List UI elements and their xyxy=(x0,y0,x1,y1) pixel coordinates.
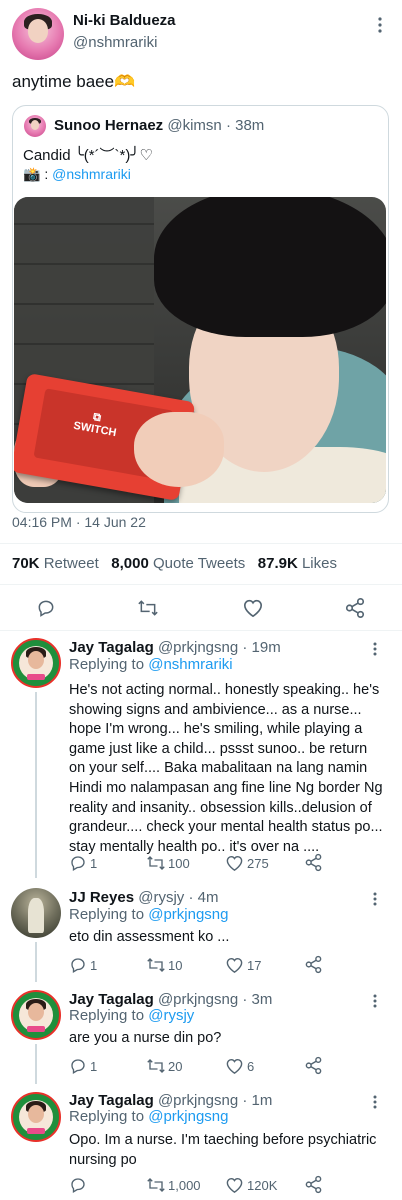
share-icon[interactable] xyxy=(304,955,323,974)
reply-author-handle[interactable]: @prkjngsng xyxy=(158,991,238,1008)
reply-author-name[interactable]: JJ Reyes xyxy=(69,889,134,906)
replying-to: Replying to @rysjy xyxy=(69,1007,195,1024)
tweet-stats: 70K Retweet 8,000 Quote Tweets 87.9K Lik… xyxy=(12,555,337,572)
reply-icon[interactable] xyxy=(36,598,56,618)
quote-label[interactable]: Quote Tweets xyxy=(153,555,245,572)
share-icon[interactable] xyxy=(304,1175,323,1194)
replying-to: Replying to @prkjngsng xyxy=(69,906,229,923)
quoted-author-line: Sunoo Hernaez @kimsn · 38m xyxy=(54,117,264,134)
replying-to: Replying to @nshmrariki xyxy=(69,656,233,673)
reply-time: · 19m xyxy=(242,639,281,656)
more-icon[interactable] xyxy=(369,1094,381,1110)
like-count: 6 xyxy=(247,1059,255,1074)
like-label[interactable]: Likes xyxy=(302,555,337,572)
heart-icon[interactable] xyxy=(225,1176,244,1194)
tweet-timestamp[interactable]: 04:16 PM · 14 Jun 22 xyxy=(12,514,146,530)
reply-header: Jay Tagalag @prkjngsng · 3m xyxy=(69,991,272,1008)
heart-icon[interactable] xyxy=(225,854,244,872)
reply-icon[interactable] xyxy=(69,854,87,872)
quoted-author-name: Sunoo Hernaez xyxy=(54,117,164,134)
retweet-count[interactable]: 70K xyxy=(12,555,40,572)
reply-author-handle[interactable]: @prkjngsng xyxy=(158,639,238,656)
reply-count: 1 xyxy=(90,958,98,973)
author-avatar[interactable] xyxy=(12,8,64,60)
reply-text: eto din assessment ko ... xyxy=(69,929,230,945)
replying-to-link[interactable]: @rysjy xyxy=(148,1007,194,1024)
replying-to-link[interactable]: @prkjngsng xyxy=(148,906,228,923)
retweet-count: 10 xyxy=(168,958,183,973)
share-icon[interactable] xyxy=(304,1056,323,1075)
reply-author-name[interactable]: Jay Tagalag xyxy=(69,639,154,656)
retweet-count: 20 xyxy=(168,1059,183,1074)
reply-icon[interactable] xyxy=(69,956,87,974)
retweet-label[interactable]: Retweet xyxy=(44,555,99,572)
reply-author-handle[interactable]: @rysjy xyxy=(138,889,184,906)
reply-avatar[interactable] xyxy=(11,1092,61,1142)
quote-count[interactable]: 8,000 xyxy=(111,555,149,572)
quoted-text-line1: Candid ╰(*´︶`*)╯♡ xyxy=(23,147,153,164)
reply-icon[interactable] xyxy=(69,1176,87,1194)
tweet-text: anytime baee🫶 xyxy=(12,72,136,91)
quoted-author-avatar xyxy=(24,115,46,137)
reply-count: 1 xyxy=(90,856,98,871)
reply-icon[interactable] xyxy=(69,1057,87,1075)
quoted-mention-link[interactable]: @nshmrariki xyxy=(52,166,131,182)
reply-avatar[interactable] xyxy=(11,638,61,688)
more-icon[interactable] xyxy=(369,891,381,907)
quoted-text-line2: 📸 : @nshmrariki xyxy=(23,166,131,183)
reply-text: are you a nurse din po? xyxy=(69,1030,222,1046)
share-icon[interactable] xyxy=(344,597,366,619)
share-icon[interactable] xyxy=(304,853,323,872)
replying-to: Replying to @prkjngsng xyxy=(69,1108,229,1125)
heart-icon[interactable] xyxy=(225,956,244,974)
reply-avatar[interactable] xyxy=(11,888,61,938)
reply-header: JJ Reyes @rysjy · 4m xyxy=(69,889,218,906)
reply-author-name[interactable]: Jay Tagalag xyxy=(69,991,154,1008)
like-count: 120K xyxy=(247,1178,278,1193)
reply-header: Jay Tagalag @prkjngsng · 19m xyxy=(69,639,281,656)
more-icon[interactable] xyxy=(369,641,381,657)
more-icon[interactable] xyxy=(369,993,381,1009)
like-count: 275 xyxy=(247,856,269,871)
reply-avatar[interactable] xyxy=(11,990,61,1040)
heart-icon[interactable] xyxy=(242,598,264,618)
quoted-time: · 38m xyxy=(225,117,265,134)
more-icon[interactable] xyxy=(373,16,387,34)
reply-header: Jay Tagalag @prkjngsng · 1m xyxy=(69,1092,272,1109)
retweet-count: 1,000 xyxy=(168,1178,201,1193)
reply-count: 1 xyxy=(90,1059,98,1074)
retweet-count: 100 xyxy=(168,856,190,871)
reply-text: He's not acting normal.. honestly speaki… xyxy=(69,682,383,855)
reply-author-name[interactable]: Jay Tagalag xyxy=(69,1092,154,1109)
retweet-icon[interactable] xyxy=(146,1176,166,1194)
reply-text: Opo. Im a nurse. I'm taeching before psy… xyxy=(69,1132,377,1168)
reply-author-handle[interactable]: @prkjngsng xyxy=(158,1092,238,1109)
quoted-photo[interactable]: ⧉ SWITCH xyxy=(14,197,386,503)
like-count: 17 xyxy=(247,958,262,973)
retweet-icon[interactable] xyxy=(137,598,159,618)
reply-time: · 4m xyxy=(188,889,219,906)
like-count[interactable]: 87.9K xyxy=(258,555,298,572)
author-name[interactable]: Ni-ki Baldueza xyxy=(73,12,176,29)
reply-time: · 3m xyxy=(242,991,273,1008)
camera-emoji-prefix: 📸 : xyxy=(23,166,53,182)
reply-time: · 1m xyxy=(242,1092,273,1109)
quoted-author-handle: @kimsn xyxy=(167,117,222,134)
author-handle[interactable]: @nshmrariki xyxy=(73,34,157,51)
retweet-icon[interactable] xyxy=(146,1057,166,1075)
retweet-icon[interactable] xyxy=(146,956,166,974)
replying-to-link[interactable]: @prkjngsng xyxy=(148,1108,228,1125)
heart-icon[interactable] xyxy=(225,1057,244,1075)
retweet-icon[interactable] xyxy=(146,854,166,872)
replying-to-link[interactable]: @nshmrariki xyxy=(148,656,232,673)
